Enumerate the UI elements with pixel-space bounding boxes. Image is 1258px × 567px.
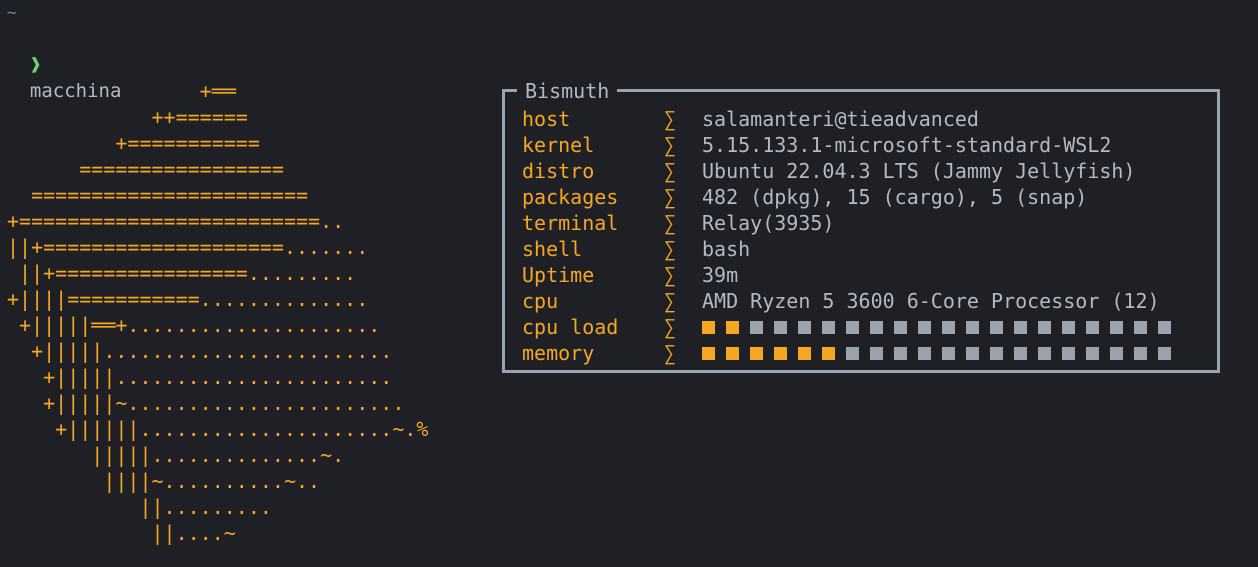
info-row-distro: distro ∑ Ubuntu 22.04.3 LTS (Jammy Jelly… <box>522 158 1171 184</box>
info-key: terminal <box>522 211 619 235</box>
separator-icon: ∑ <box>664 237 677 261</box>
cpu-load-bar <box>702 320 1171 334</box>
separator-icon: ∑ <box>664 263 677 287</box>
separator-icon: ∑ <box>664 185 677 209</box>
info-row-uptime: Uptime ∑ 39m <box>522 262 1171 288</box>
info-row-cpu-load: cpu load ∑ <box>522 314 1171 340</box>
info-key: distro <box>522 159 595 183</box>
separator-icon: ∑ <box>664 315 677 339</box>
bar-cell-empty <box>942 320 955 334</box>
bar-cell-empty <box>846 320 859 334</box>
bar-cell-empty <box>966 346 979 360</box>
current-directory: ~ <box>7 3 17 22</box>
info-row-packages: packages ∑ 482 (dpkg), 15 (cargo), 5 (sn… <box>522 184 1171 210</box>
prompt-chevron-icon: ❱ <box>29 54 42 76</box>
bar-cell-empty <box>1038 346 1051 360</box>
bar-cell-empty <box>870 320 883 334</box>
info-value: 482 (dpkg), 15 (cargo), 5 (snap) <box>702 185 1088 209</box>
separator-icon: ∑ <box>664 341 677 365</box>
info-value: salamanteri@tieadvanced <box>702 107 979 131</box>
bar-cell-empty <box>1134 320 1147 334</box>
bar-cell-empty <box>1086 346 1099 360</box>
distro-ascii-logo: +══ ++====== +=========== ==============… <box>7 79 429 545</box>
bar-cell-empty <box>1110 346 1123 360</box>
bar-cell-empty <box>822 320 835 334</box>
bar-cell-empty <box>774 320 787 334</box>
box-title: Bismuth <box>517 80 618 102</box>
info-row-host: host ∑ salamanteri@tieadvanced <box>522 106 1171 132</box>
bar-cell-empty <box>870 346 883 360</box>
bar-cell-empty <box>990 346 1003 360</box>
bar-cell-empty <box>990 320 1003 334</box>
bar-cell-filled <box>726 346 739 360</box>
bar-cell-empty <box>1014 320 1027 334</box>
info-value: Relay(3935) <box>702 211 835 235</box>
bar-cell-empty <box>846 346 859 360</box>
separator-icon: ∑ <box>664 289 677 313</box>
info-rows: host ∑ salamanteri@tieadvanced kernel ∑ … <box>522 106 1171 366</box>
info-value: AMD Ryzen 5 3600 6-Core Processor (12) <box>702 289 1160 313</box>
info-row-kernel: kernel ∑ 5.15.133.1-microsoft-standard-W… <box>522 132 1171 158</box>
bar-cell-empty <box>750 320 763 334</box>
separator-icon: ∑ <box>664 211 677 235</box>
system-info-box: Bismuth host ∑ salamanteri@tieadvanced k… <box>502 80 1220 373</box>
bar-cell-empty <box>894 320 907 334</box>
bar-cell-filled <box>750 346 763 360</box>
bar-cell-filled <box>822 346 835 360</box>
info-row-memory: memory ∑ <box>522 340 1171 366</box>
separator-icon: ∑ <box>664 133 677 157</box>
bar-cell-empty <box>1014 346 1027 360</box>
bar-cell-filled <box>702 320 715 334</box>
bar-cell-empty <box>1062 346 1075 360</box>
bar-cell-empty <box>918 346 931 360</box>
info-row-shell: shell ∑ bash <box>522 236 1171 262</box>
bar-cell-empty <box>1062 320 1075 334</box>
info-key: kernel <box>522 133 595 157</box>
bar-cell-filled <box>702 346 715 360</box>
bar-cell-filled <box>774 346 787 360</box>
info-key: cpu <box>522 289 559 313</box>
bar-cell-empty <box>798 320 811 334</box>
bar-cell-empty <box>1158 346 1171 360</box>
separator-icon: ∑ <box>664 159 677 183</box>
memory-bar <box>702 346 1171 360</box>
bar-cell-empty <box>1134 346 1147 360</box>
info-value: bash <box>702 237 751 261</box>
info-row-cpu: cpu ∑ AMD Ryzen 5 3600 6-Core Processor … <box>522 288 1171 314</box>
info-key: shell <box>522 237 583 261</box>
info-key: host <box>522 107 571 131</box>
separator-icon: ∑ <box>664 107 677 131</box>
info-row-terminal: terminal ∑ Relay(3935) <box>522 210 1171 236</box>
info-key: cpu load <box>522 315 619 339</box>
info-key: memory <box>522 341 595 365</box>
info-key: Uptime <box>522 263 595 287</box>
bar-cell-empty <box>966 320 979 334</box>
bar-cell-empty <box>1038 320 1051 334</box>
info-value: 5.15.133.1-microsoft-standard-WSL2 <box>702 133 1112 157</box>
bar-cell-empty <box>918 320 931 334</box>
bar-cell-empty <box>1110 320 1123 334</box>
bar-cell-empty <box>942 346 955 360</box>
info-key: packages <box>522 185 619 209</box>
bar-cell-filled <box>798 346 811 360</box>
bar-cell-empty <box>1086 320 1099 334</box>
info-value: 39m <box>702 263 739 287</box>
bar-cell-empty <box>894 346 907 360</box>
info-value: Ubuntu 22.04.3 LTS (Jammy Jellyfish) <box>702 159 1136 183</box>
bar-cell-filled <box>726 320 739 334</box>
bar-cell-empty <box>1158 320 1171 334</box>
